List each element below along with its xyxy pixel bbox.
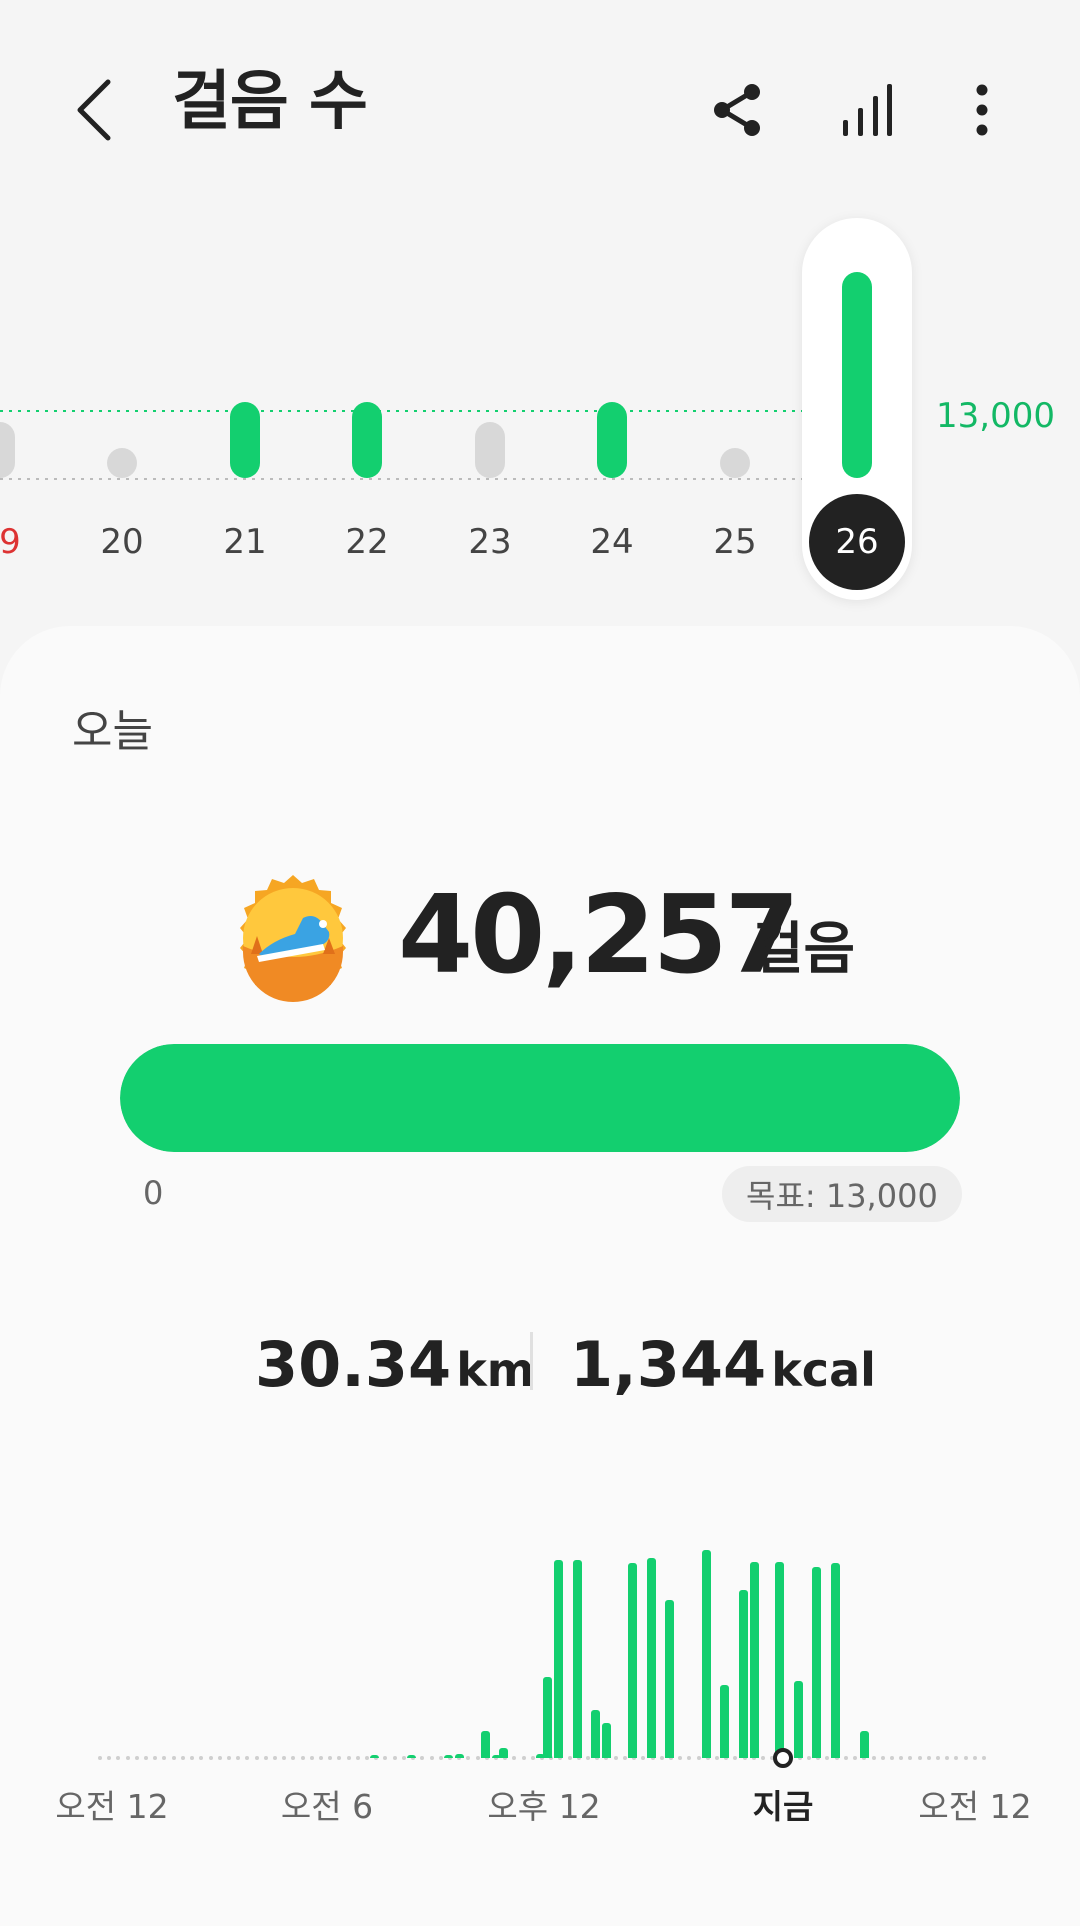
steps-unit: 걸음: [752, 917, 856, 982]
day-label-23[interactable]: 23: [450, 522, 530, 562]
hour-axis-label: 오전 12: [55, 1787, 169, 1826]
steps-progress-bar: [120, 1044, 960, 1152]
running-shoe-badge-icon: [228, 873, 358, 1003]
card-title: 오늘: [72, 706, 153, 757]
share-icon: [710, 82, 764, 138]
more-options-button[interactable]: [942, 70, 1022, 150]
share-button[interactable]: [697, 70, 777, 150]
today-card: [0, 626, 1080, 1926]
day-bar-9[interactable]: [0, 422, 15, 478]
day-dot-20[interactable]: [107, 448, 137, 478]
steps-progress-fill: [120, 1044, 960, 1152]
day-bar-23[interactable]: [475, 422, 505, 478]
day-label-25[interactable]: 25: [695, 522, 775, 562]
distance-value: 30.34: [255, 1328, 452, 1401]
distance-metric: 30.34 km: [255, 1334, 535, 1396]
hour-axis-label: 오전 12: [918, 1787, 1032, 1826]
week-strip: [0, 200, 1080, 620]
page-title: 걸음 수: [172, 65, 368, 139]
day-label-9[interactable]: 9: [0, 522, 50, 562]
day-label-20[interactable]: 20: [82, 522, 162, 562]
day-dot-25[interactable]: [720, 448, 750, 478]
day-bar-22[interactable]: [352, 402, 382, 478]
day-label-21[interactable]: 21: [205, 522, 285, 562]
day-label-24[interactable]: 24: [572, 522, 652, 562]
more-vertical-icon: [975, 84, 989, 136]
hour-axis-label: 오전 6: [280, 1787, 374, 1826]
day-bar-21[interactable]: [230, 402, 260, 478]
hour-axis-label: 지금: [752, 1787, 814, 1826]
day-label-22[interactable]: 22: [327, 522, 407, 562]
chevron-left-icon: [74, 78, 114, 142]
statistics-button[interactable]: [827, 70, 907, 150]
bar-chart-icon: [841, 82, 893, 138]
calories-value: 1,344: [570, 1328, 767, 1401]
distance-unit: km: [456, 1343, 535, 1397]
goal-line-label: 13,000: [936, 396, 1055, 436]
back-button[interactable]: [54, 70, 134, 150]
calories-unit: kcal: [771, 1343, 876, 1397]
hour-axis-label: 오후 12: [487, 1787, 601, 1826]
metric-divider: [530, 1332, 533, 1390]
calories-metric: 1,344 kcal: [570, 1334, 876, 1396]
day-bar-26[interactable]: [842, 272, 872, 478]
steps-value: 40,257: [398, 873, 800, 998]
selected-day-26[interactable]: 26: [809, 494, 905, 590]
goal-badge[interactable]: 목표: 13,000: [722, 1166, 962, 1222]
progress-min-label: 0: [143, 1174, 164, 1212]
day-bar-24[interactable]: [597, 402, 627, 478]
goal-lines: [0, 410, 802, 480]
